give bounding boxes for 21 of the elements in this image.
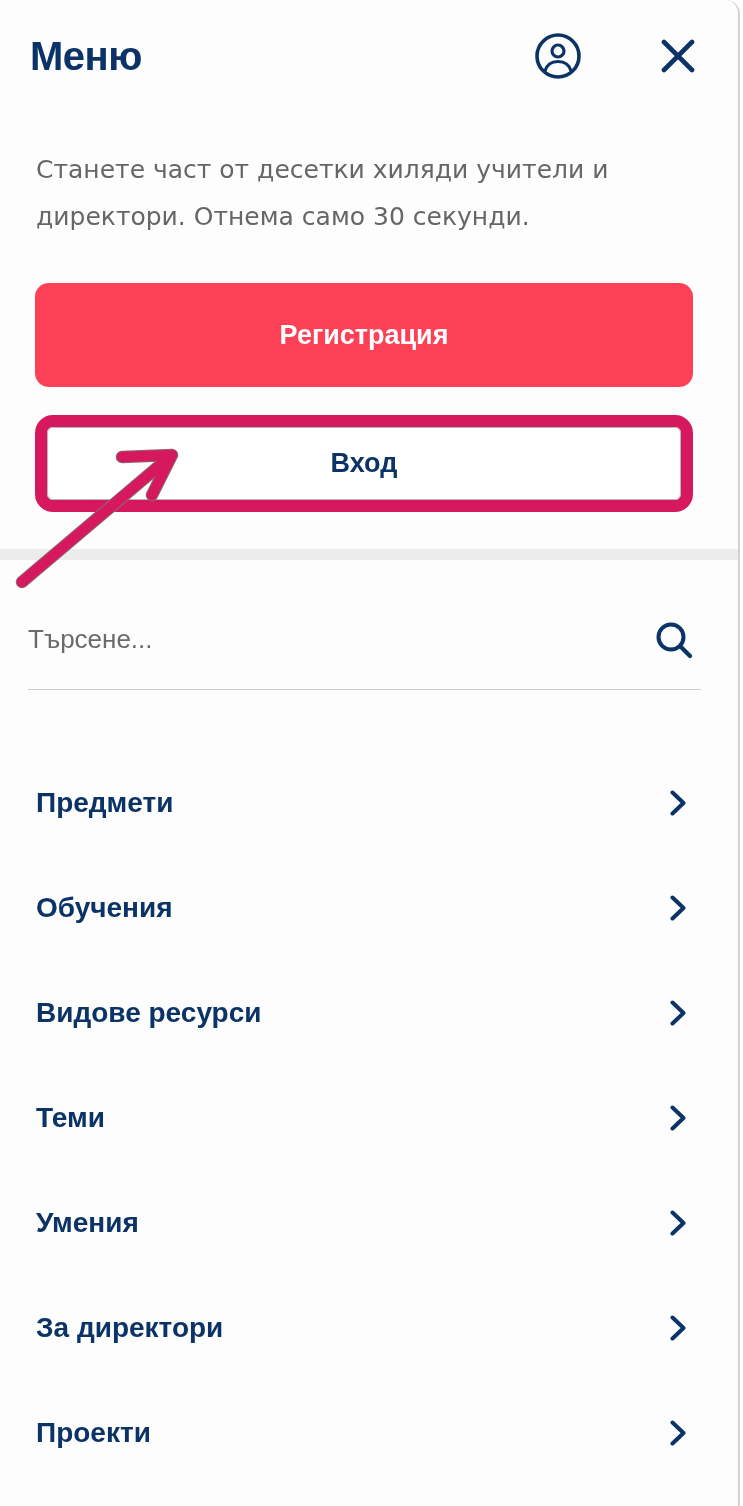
- user-icon[interactable]: [535, 33, 581, 79]
- menu-item[interactable]: За директори: [0, 1275, 738, 1380]
- chevron-right-icon: [670, 1419, 686, 1446]
- menu-item[interactable]: Видове ресурси: [0, 960, 738, 1065]
- chevron-right-icon: [670, 789, 686, 816]
- search-icon[interactable]: [655, 620, 693, 659]
- menu-item[interactable]: Теми: [0, 1065, 738, 1170]
- menu-item[interactable]: Обучения: [0, 855, 738, 960]
- chevron-right-icon: [670, 999, 686, 1026]
- close-icon[interactable]: [661, 39, 695, 73]
- chevron-right-icon: [670, 1209, 686, 1236]
- menu-item[interactable]: Проекти: [0, 1380, 738, 1485]
- menu-item[interactable]: Предмети: [0, 750, 738, 855]
- chevron-right-icon: [670, 894, 686, 921]
- intro-text: Станете част от десетки хиляди учители и директори. Отнема само 30 секунди.: [36, 154, 610, 233]
- chevron-right-icon: [670, 1314, 686, 1341]
- login-button[interactable]: Вход: [47, 427, 681, 500]
- menu-title: Меню: [30, 33, 142, 79]
- search-field[interactable]: Търсене...: [28, 620, 643, 659]
- chevron-right-icon: [670, 1104, 686, 1131]
- menu-item[interactable]: Умения: [0, 1170, 738, 1275]
